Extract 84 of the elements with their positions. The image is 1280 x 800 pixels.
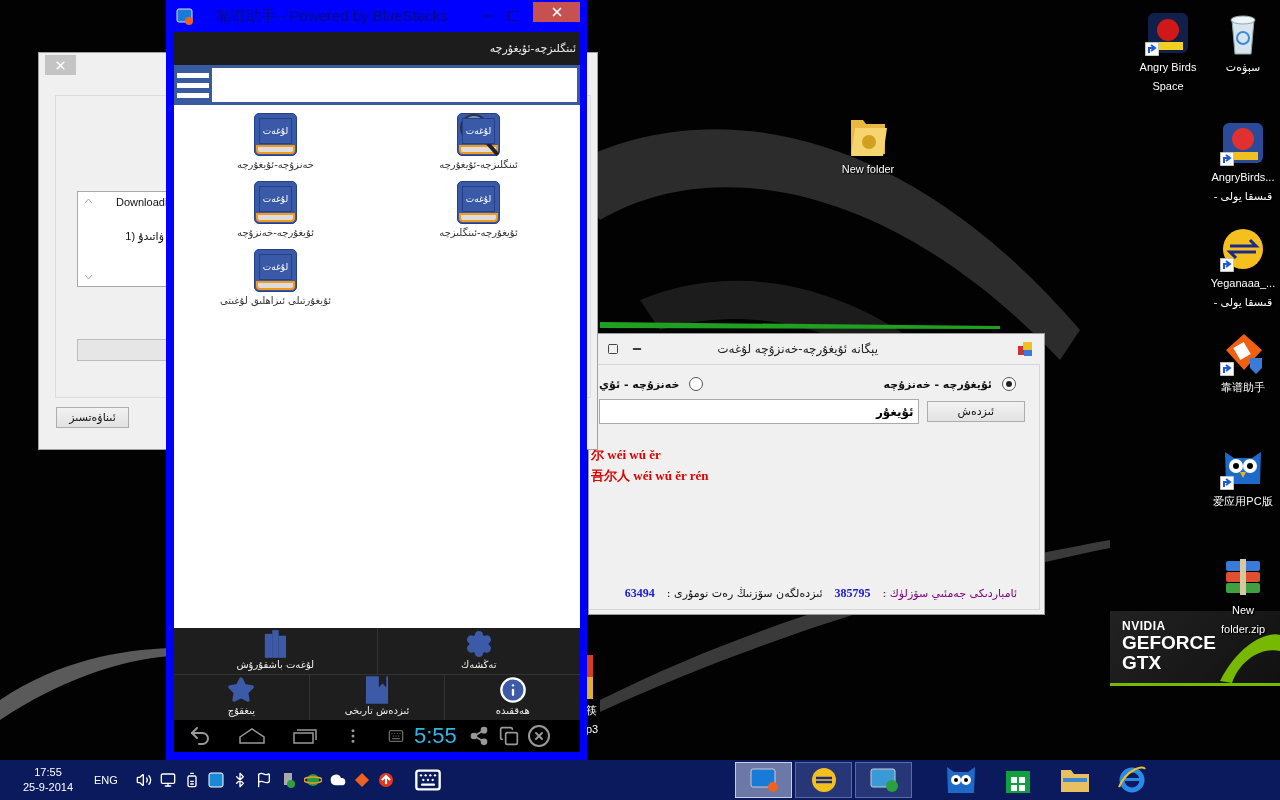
volume-icon[interactable] [135,772,152,788]
flag-icon[interactable] [255,772,272,788]
books-icon [263,629,288,658]
sync-icon [868,767,899,793]
cover-text: لۇغەت [462,186,495,212]
icon-label[interactable]: Space [1152,78,1184,94]
taskbar-time[interactable]: 17:55 [34,765,62,780]
close-icon[interactable] [526,724,551,748]
taskbar-window-button[interactable] [795,762,852,798]
direction-radio[interactable]: ئۇيغۇرچە - خەنزۇچە [883,377,1016,391]
window-title: 靠谱助手 - Powered by BlueStacks [216,6,448,26]
arrows-logo-icon [809,766,838,794]
total-label: ئامباردىكى جەمئىي سۆزلۈك : [882,587,1017,600]
settings-icon [464,629,493,658]
icon-label[interactable]: p3 [586,721,599,737]
app-icon [1018,342,1032,356]
series-text: GTX [1122,653,1162,673]
app-icon [176,7,193,25]
close-icon [54,58,67,72]
icon-label[interactable]: قىسقا يولى - [1213,188,1273,204]
icon-label[interactable]: 爱应用PC版 [1213,493,1273,509]
radio-dot[interactable] [1002,377,1016,391]
info-icon [498,676,527,704]
dictionary-item[interactable]: لۇغەت ئۇيغۇرچە-ئىنگلىزچە [439,181,518,238]
search-field[interactable] [212,68,577,102]
share-icon[interactable] [468,726,489,746]
clock: 5:55 [414,723,457,749]
taskbar-date[interactable]: 25-9-2014 [22,780,74,795]
icon-label[interactable]: 筷 [586,702,597,718]
search-field[interactable]: ئۇيغۇر [599,399,919,424]
radio-dot[interactable] [689,377,704,391]
cover-text: لۇغەت [259,186,292,212]
star-icon [227,676,256,704]
window-icon[interactable] [498,726,519,746]
monitor-icon [748,767,779,793]
direction-radio[interactable]: خەنزۇچە - ئۇي [599,377,704,391]
icon-label[interactable]: folder.zip [1221,621,1265,637]
cloud-icon[interactable] [329,772,346,788]
browser-icon [1116,765,1147,795]
globe-icon[interactable] [303,772,322,788]
index-number: 63494 [624,586,655,601]
dictionary-item[interactable]: لۇغەت ئىنگلىزچە-ئۇيغۇرچە [439,113,518,170]
dictionary-item[interactable]: لۇغەت خەنزۇچە-ئۇيغۇرچە [237,113,314,170]
icon-label[interactable]: Yeganaaa_... [1210,275,1276,291]
cancel-button[interactable]: ئىناۋەتسىز [56,407,129,428]
home-icon[interactable] [238,727,266,745]
header-title: ئىنگلىزچە-ئۇيغۇرچە [489,42,576,55]
window-title: يېگانە ئۇيغۇرچە-خەنزۇچە لۇغەت [717,342,878,356]
cover-text: لۇغەت [259,118,292,144]
icon-label[interactable]: New [1232,602,1254,618]
total-count: 385795 [834,586,871,601]
upload-icon[interactable] [377,772,394,788]
icon-label[interactable]: Angry Birds [1139,59,1197,75]
icon-label[interactable]: قىسقا يولى - [1213,294,1273,310]
owl-icon [944,765,977,795]
menu-item[interactable]: تەڭشەك [376,628,580,674]
icon-label[interactable]: New folder [841,161,895,177]
dictionary-item[interactable]: لۇغەت ئۇيغۇرچە-خەنزۇچە [237,181,314,238]
close-button[interactable] [533,2,580,22]
icon-label[interactable]: 靠谱助手 [1221,379,1265,395]
language-indicator[interactable]: ENG [94,772,118,788]
cover-text: لۇغەت [259,254,292,280]
cover-text: لۇغەت [462,118,495,144]
result-line: 尔 wéi wú ěr [591,446,662,464]
brand-text: NVIDIA [1122,619,1166,633]
maximize-icon[interactable] [607,343,619,355]
back-icon[interactable] [188,724,212,748]
search-button[interactable]: ئىزدەش [926,401,1025,422]
index-label: ئىزدەلگەن سۆزنىڭ رەت نومۇرى : [666,587,823,600]
app-tray-icon[interactable] [207,772,224,788]
product-text: GEFORCE [1122,633,1216,653]
menu-item[interactable]: لۇغەت باشقۇرۇش [174,628,377,674]
arrows-logo-icon [1220,226,1266,272]
app-tray-icon[interactable] [353,772,370,788]
dictionary-item[interactable]: لۇغەت ئۇيغۇرتىلى ئىزاھلىق لۇغىتى [219,249,332,306]
icon-label[interactable]: AngryBirds... [1211,169,1275,185]
recent-apps-icon[interactable] [292,727,318,745]
taskbar-window-button[interactable] [855,762,912,798]
bookmark-icon [365,676,389,704]
result-line: 吾尔人 wéi wú ěr rén [591,467,710,485]
icon-label[interactable]: سېۋەت [1225,59,1261,75]
network-icon[interactable] [159,772,176,788]
menu-item[interactable]: يىغقۇچ [174,674,309,720]
list-line: ۋاتىدۇ (1 [125,230,164,243]
